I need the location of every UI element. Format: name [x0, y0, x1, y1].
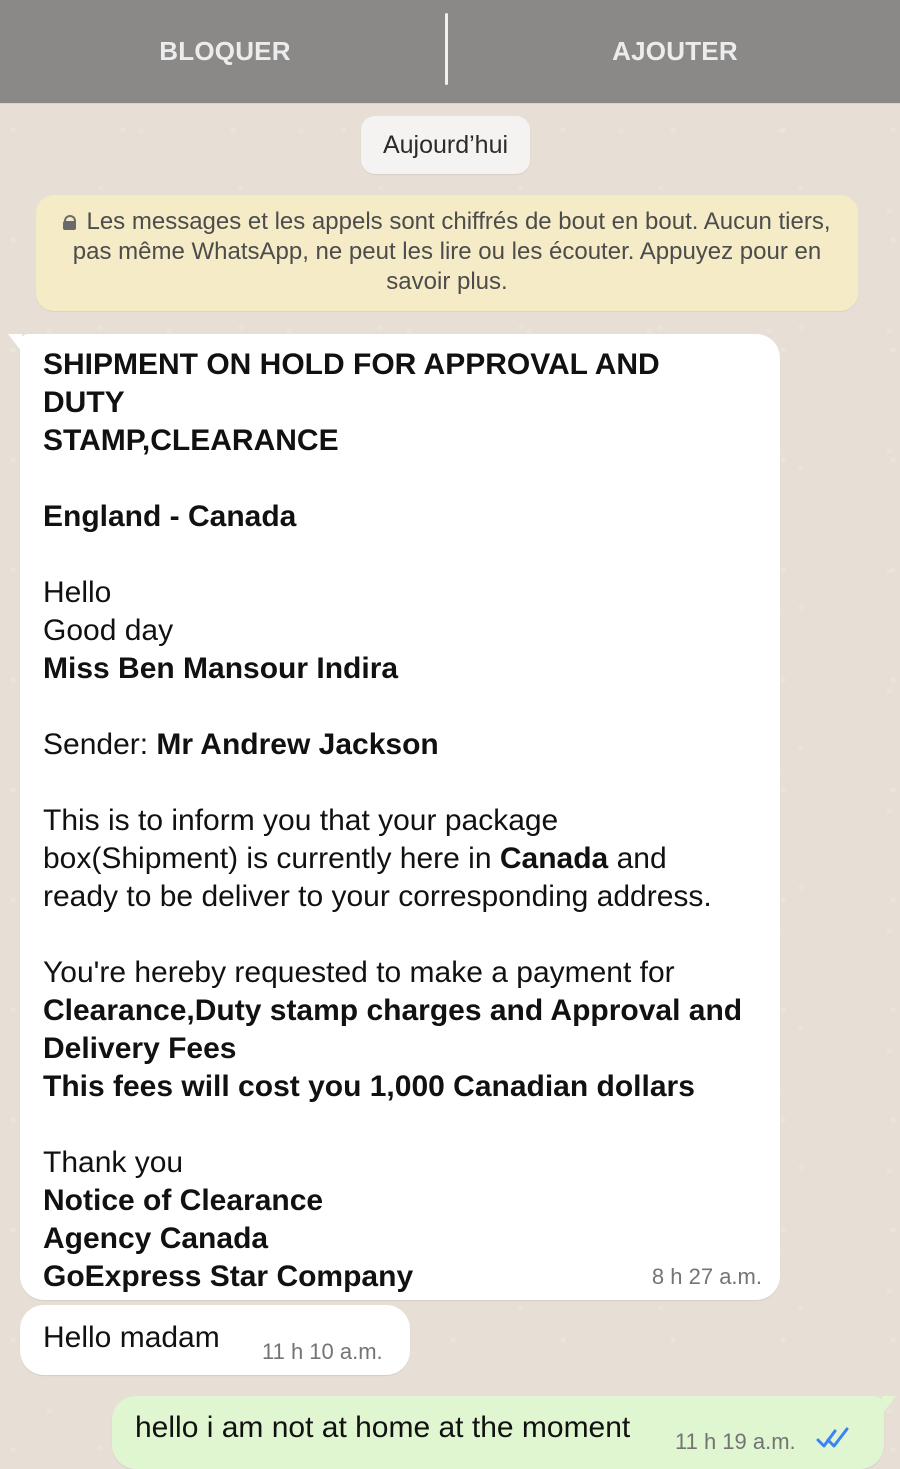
signature-line-1: Notice of Clearance	[43, 1184, 324, 1217]
signature-line-3: GoExpress Star Company	[43, 1260, 414, 1293]
block-button[interactable]: BLOQUER	[0, 0, 450, 103]
info-line-2: box(Shipment) is currently here in Canad…	[43, 840, 743, 878]
encryption-notice[interactable]: Les messages et les appels sont chiffrés…	[36, 195, 858, 311]
request-line-1: You're hereby requested to make a paymen…	[43, 956, 675, 989]
message-body: SHIPMENT ON HOLD FOR APPROVAL AND DUTY S…	[43, 346, 743, 1296]
action-divider	[445, 13, 448, 85]
incoming-message-bubble-short[interactable]: Hello madam 11 h 10 a.m.	[20, 1305, 410, 1375]
message-text: hello i am not at home at the moment	[135, 1411, 631, 1444]
signature-line-2: Agency Canada	[43, 1222, 269, 1255]
route-text: England - Canada	[43, 500, 297, 533]
request-line-3: Delivery Fees	[43, 1032, 237, 1065]
sender-label: Sender:	[43, 728, 157, 761]
contact-action-bar: BLOQUER AJOUTER	[0, 0, 900, 103]
message-heading-line-2: STAMP,CLEARANCE	[43, 424, 339, 457]
add-contact-button[interactable]: AJOUTER	[450, 0, 900, 103]
request-line-4: This fees will cost you 1,000 Canadian d…	[43, 1070, 695, 1103]
sender-line: Sender: Mr Andrew Jackson	[43, 726, 743, 764]
recipient-name: Miss Ben Mansour Indira	[43, 652, 399, 685]
info-line-2-suffix: and	[608, 842, 667, 875]
outgoing-message-bubble[interactable]: hello i am not at home at the moment 11 …	[112, 1396, 896, 1469]
request-line-2: Clearance,Duty stamp charges and Approva…	[43, 994, 743, 1027]
destination-country: Canada	[499, 842, 609, 875]
message-timestamp: 11 h 10 a.m.	[262, 1339, 383, 1364]
date-chip: Aujourd’hui	[361, 116, 530, 174]
message-text: Hello madam	[43, 1321, 220, 1354]
info-line-2-prefix: box(Shipment) is currently here in	[43, 842, 500, 875]
greeting-line-1: Hello	[43, 576, 112, 609]
info-line-3: ready to be deliver to your correspondin…	[43, 880, 712, 913]
greeting-line-2: Good day	[43, 614, 174, 647]
info-line-1: This is to inform you that your package	[43, 804, 559, 837]
double-check-read-icon	[816, 1427, 849, 1448]
message-timestamp: 11 h 19 a.m.	[675, 1429, 796, 1454]
thanks-line: Thank you	[43, 1146, 184, 1179]
message-heading-line-1: SHIPMENT ON HOLD FOR APPROVAL AND DUTY	[43, 348, 660, 419]
encryption-notice-text: Les messages et les appels sont chiffrés…	[72, 208, 831, 295]
lock-icon	[63, 215, 77, 230]
message-timestamp: 8 h 27 a.m.	[651, 1264, 762, 1289]
incoming-message-bubble[interactable]: SHIPMENT ON HOLD FOR APPROVAL AND DUTY S…	[8, 334, 780, 1300]
sender-name: Mr Andrew Jackson	[156, 728, 439, 761]
